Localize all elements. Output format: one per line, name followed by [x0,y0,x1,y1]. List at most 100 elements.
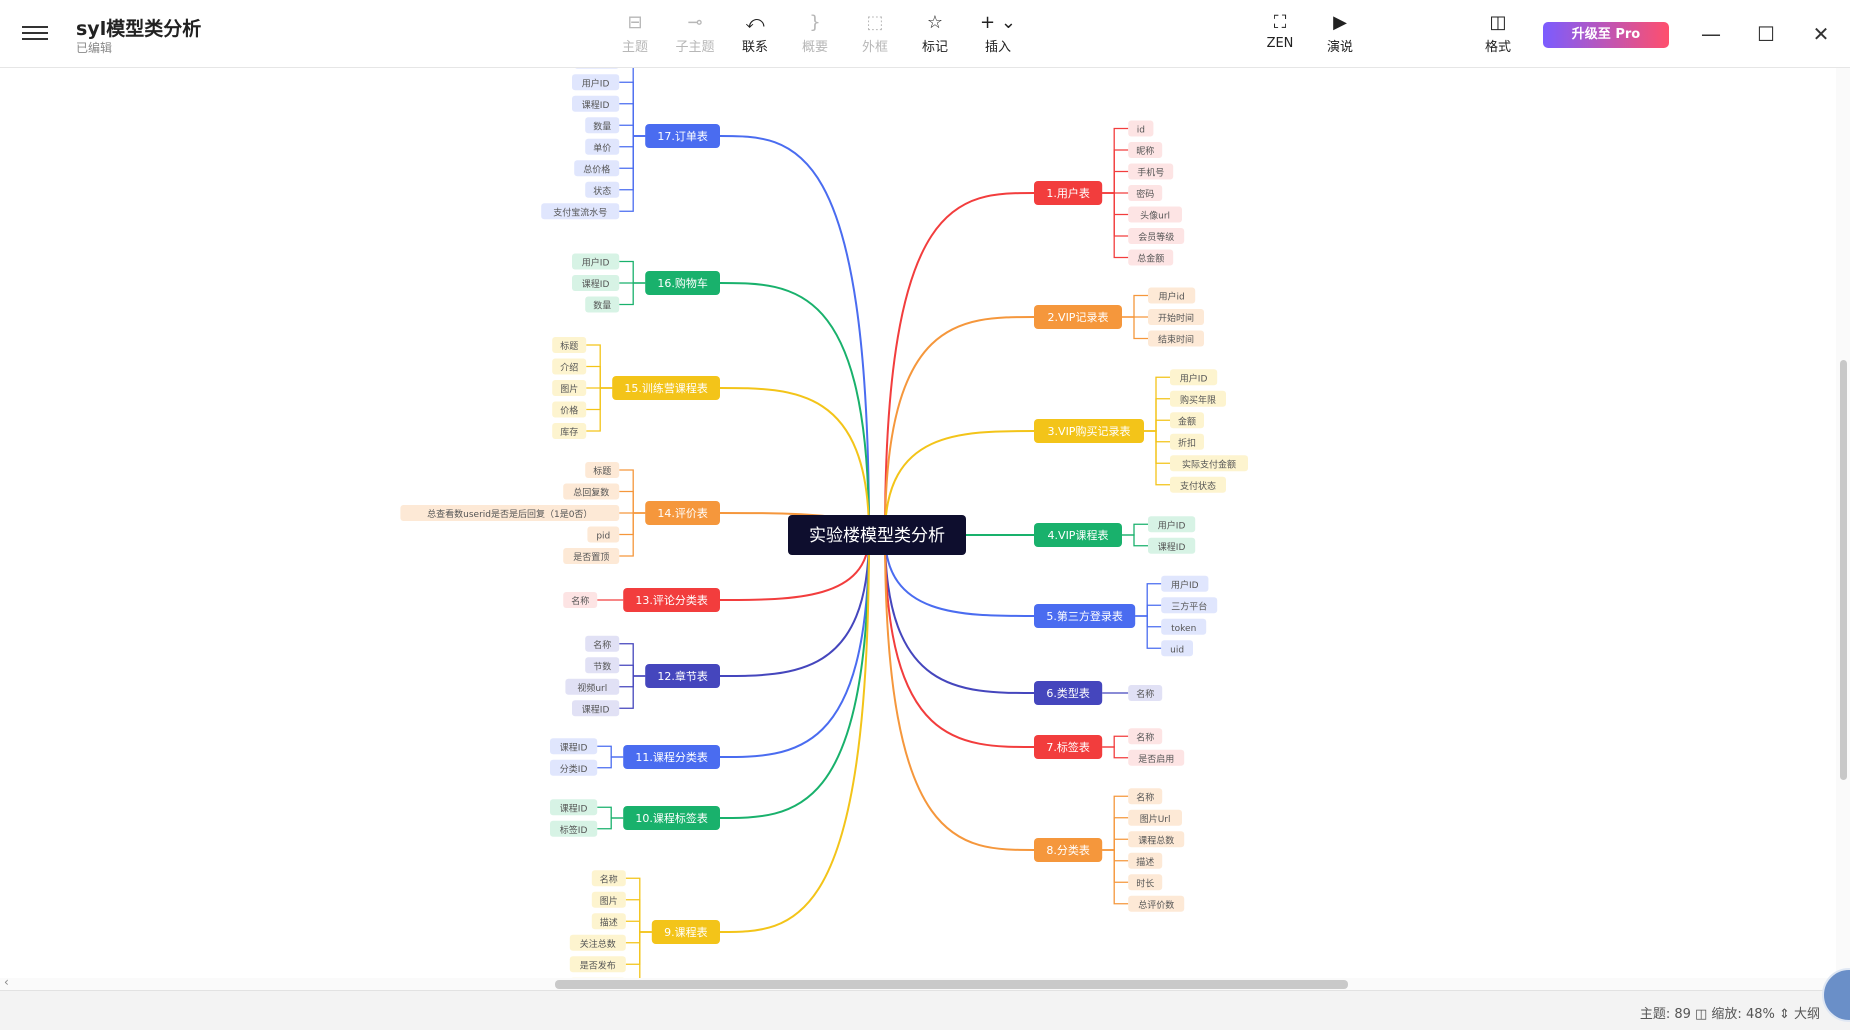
subtopic-label: 结束时间 [1158,334,1194,346]
subtopic-label: 课程ID [582,704,610,715]
scroll-left-arrow-icon[interactable]: ‹ [4,975,9,989]
subtopic-connector [1102,849,1129,883]
subtopic-connector [1102,735,1129,748]
subtopic-connector [619,490,646,514]
relation-arc-icon: ⤺ [745,12,765,33]
subtopic-connector [1102,849,1129,905]
subtopic-connector [1144,376,1170,432]
boundary-label: 外框 [861,40,888,55]
subtopic-label: 名称 [571,595,589,607]
insert-label: 插入 [984,40,1011,55]
subtopic-label: 库存 [560,426,578,438]
subtopic-label: 课程ID [1158,542,1186,553]
format-button[interactable]: ◫ 格式 [1468,10,1528,55]
subtopic-label: 名称 [593,639,611,651]
subtopic-connector [1122,534,1148,547]
subtopic-connector [619,282,646,306]
subtopic-connector [1102,192,1129,259]
subtopic-connector [1102,795,1129,851]
subtopic-connector [1144,430,1170,443]
subtopic-label: 描述 [600,916,618,928]
format-label: 格式 [1484,40,1511,55]
subtopic-label: 名称 [600,873,618,885]
subtopic-connector [619,675,646,688]
relation-button[interactable]: ⤺ 联系 [725,10,785,55]
top-toolbar: syl模型类分析 已编辑 ⊟ 主题 ⊸ 子主题 ⤺ 联系 } 概要 ⬚ 外框 ☆ 标记 + … [0,0,1850,68]
branch-topic-label: 2.VIP记录表 [1048,310,1109,324]
marker-label: 标记 [921,40,948,55]
branch-topic-label: 15.训练营课程表 [624,381,708,395]
fullscreen-icon: ⛶ [1273,12,1287,33]
branch-topic-label: 5.第三方登录表 [1046,609,1123,623]
boundary-button[interactable]: ⬚ 外框 [845,10,905,55]
subtopic-label: 总价格 [583,163,610,175]
close-icon[interactable]: ✕ [1805,20,1837,48]
plus-chevron-icon: + ⌄ [980,12,1016,33]
subtopic-connector [1102,746,1129,759]
subtopic-label: token [1171,624,1196,634]
present-button[interactable]: ▶ 演说 [1310,10,1370,55]
subtopic-connector [1102,838,1129,851]
subtopic-connector [619,512,646,536]
branch-connector [719,534,870,758]
vertical-scroll-thumb[interactable] [1840,360,1847,780]
subtopic-label: 图片 [600,895,618,907]
subtopic-connector [1122,523,1148,536]
topic-button[interactable]: ⊟ 主题 [605,10,665,55]
subtopic-connector [619,103,646,137]
subtopic-label: 标题 [593,465,611,477]
zen-label: ZEN [1266,36,1294,51]
zen-button[interactable]: ⛶ ZEN [1250,10,1310,51]
marker-button[interactable]: ☆ 标记 [905,10,965,55]
subtopic-connector [619,135,646,148]
status-text: 主题: 89 ◫ 缩放: 48% ⇕ 大纲 [1639,1007,1820,1022]
subtopic-label: 用户ID [1158,519,1186,531]
subtopic-label: 昵称 [1136,145,1154,157]
subtopic-label: 实际支付金额 [1182,458,1236,470]
subtopic-label: 课程总数 [1138,834,1174,846]
minimize-icon[interactable]: — [1695,20,1727,48]
subtopic-label: 单价 [593,142,611,154]
status-bar: 主题: 89 ◫ 缩放: 48% ⇕ 大纲 [0,990,1850,1030]
branch-connector [719,282,870,536]
subtopic-connector [639,931,652,978]
subtopic-icon: ⊸ [687,12,703,33]
branch-topic-label: 11.课程分类表 [635,750,708,764]
subtopic-label: 用户id [1158,291,1184,303]
subtopic-label: 总回复数 [573,487,609,499]
branch-topic-label: 4.VIP课程表 [1048,528,1109,542]
branch-connector [719,534,870,677]
subtopic-label: 购买年限 [1180,394,1216,406]
subtopic-label: 数量 [593,120,611,132]
subtopic-label: uid [1170,645,1184,655]
subtopic-connector [586,387,613,411]
subtopic-button[interactable]: ⊸ 子主题 [665,10,725,55]
maximize-icon[interactable]: ☐ [1750,20,1782,48]
hamburger-menu-icon[interactable] [22,22,48,44]
subtopic-connector [619,260,646,284]
insert-button[interactable]: + ⌄ 插入 [968,10,1028,55]
subtopic-label: 总评价数 [1138,899,1174,911]
topic-icon: ⊟ [627,12,643,33]
mindmap-canvas[interactable]: 1.用户表 id 昵称手机号密码头像url 会员等级总金额 2.VIP记录表 用户id 开始… [0,68,1850,978]
subtopic-connector [619,664,646,677]
subtopic-connector [586,365,613,389]
subtopic-label: 课程ID [560,803,588,814]
subtopic-label: 时长 [1136,877,1154,889]
subtopic-label: 描述 [1136,856,1154,868]
horizontal-scroll-thumb[interactable] [555,980,1348,989]
format-panel-icon: ◫ [1489,12,1507,33]
subtopic-label: id [1137,126,1145,136]
upgrade-pro-button[interactable]: 升级至 Pro [1543,22,1669,48]
topic-label: 主题 [621,40,648,55]
subtopic-label: 关注总数 [580,938,616,950]
subtopic-label: 视频url [577,682,607,694]
subtopic-connector [625,899,652,933]
subtopic-connector [1135,604,1162,617]
summary-button[interactable]: } 概要 [785,10,845,55]
relation-label: 联系 [741,40,768,55]
subtopic-label: 节数 [593,660,611,672]
subtopic-label: 标签ID [560,824,588,836]
subtopic-label: 用户ID [582,257,610,269]
subtopic-node[interactable] [574,68,619,69]
